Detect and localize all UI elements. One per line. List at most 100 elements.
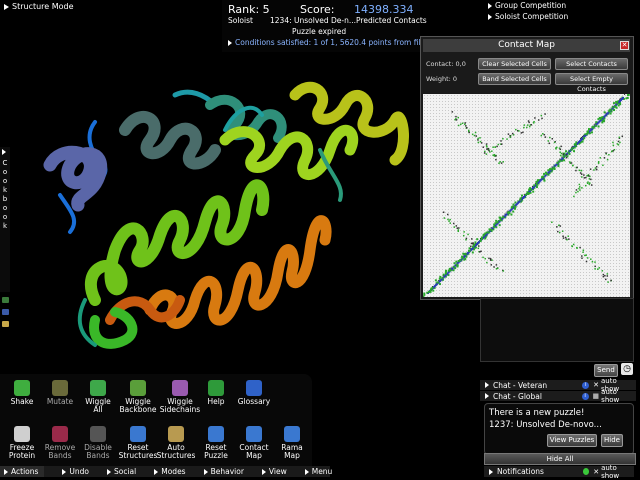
contact-cell [585,260,588,263]
reset-structures-button[interactable]: Reset Structures [118,426,158,460]
contact-cell [463,253,466,256]
band-selected-cells-button[interactable]: Band Selected Cells [478,73,551,85]
contact-map-grid[interactable] [423,94,630,297]
contact-cell [485,153,488,155]
menu-actions[interactable]: Actions [0,466,45,477]
view-puzzles-button[interactable]: View Puzzles [547,434,597,447]
contact-cell [535,186,538,189]
expand-arrow-icon [228,39,232,46]
reset-puzzle-button[interactable]: Reset Puzzle [196,426,236,460]
contact-cell [602,273,605,276]
contact-cell [590,178,592,181]
contact-cell [605,112,607,114]
contact-cell [457,230,460,233]
freeze-protein-button[interactable]: Freeze Protein [2,426,42,460]
menu-behavior[interactable]: Behavior [203,467,244,476]
clear-selected-cells-button[interactable]: Clear Selected Cells [478,58,551,70]
contact-cell [486,148,488,150]
help-button[interactable]: Help [196,380,236,406]
contact-cell [579,246,581,249]
select-empty-contacts-button[interactable]: Select Empty Contacts [555,73,628,93]
close-icon[interactable]: ✕ [620,41,629,50]
notifications-label: Notifications [497,467,544,476]
contact-cell [570,162,573,164]
structure-mode-toggle[interactable]: Structure Mode [4,2,74,11]
contact-cell [485,143,488,145]
contact-cell [491,150,493,152]
disable-bands-button[interactable]: Disable Bands [78,426,118,460]
hide-button[interactable]: Hide [601,434,623,447]
side-script-icon[interactable] [2,309,9,315]
contact-cell [612,144,615,147]
contact-cell [556,226,558,228]
contact-cell [438,277,441,280]
contact-cell [489,259,492,261]
contact-cell [559,225,562,227]
close-icon[interactable]: ✕ [593,468,599,476]
contact-cell [502,216,505,219]
contact-cell [553,141,556,144]
chat-log[interactable] [480,298,634,362]
mutate-icon [52,380,68,396]
contact-map-button[interactable]: Contact Map [234,426,274,460]
menu-undo[interactable]: Undo [62,467,89,476]
contact-cell [564,236,567,239]
menu-menu[interactable]: Menu [304,467,332,476]
mutate-button[interactable]: Mutate [40,380,80,406]
wiggle-sidechains-button[interactable]: Wiggle Sidechains [160,380,200,414]
menu-modes[interactable]: Modes [154,467,186,476]
contact-map-title[interactable]: Contact Map [423,39,630,52]
shake-icon [14,380,30,396]
send-button[interactable]: Send [594,364,618,377]
notifications-row[interactable]: Notifications ✕ auto show [484,464,634,480]
contact-cell [606,275,609,277]
contact-cell [483,152,486,154]
contact-cell [571,147,574,150]
contact-cell [452,265,455,268]
side-recipe-icon[interactable] [2,297,9,303]
new-puzzle-notice: There is a new puzzle! 1237: Unsolved De… [484,403,634,455]
freeze-protein-label: Freeze Protein [8,443,36,460]
notice-line-1: There is a new puzzle! [489,408,585,418]
conditions-toggle[interactable]: Conditions satisfied: 1 of 1, 5620.4 poi… [228,38,435,47]
contact-cell [499,219,502,222]
contact-cell [500,140,502,142]
info-icon[interactable]: i [581,392,589,400]
contact-cell [551,138,554,140]
soloist-competition-toggle[interactable]: Soloist Competition [488,12,568,21]
contact-cell [626,96,629,99]
menu-social[interactable]: Social [107,467,136,476]
contact-cell [573,150,576,153]
contact-cell [576,246,578,249]
info-icon[interactable]: i [582,381,590,389]
checkbox-icon[interactable]: ■ [593,392,600,400]
remove-bands-button[interactable]: Remove Bands [40,426,80,460]
contact-cell [521,194,524,197]
glossary-button[interactable]: Glossary [234,380,274,406]
clock-icon[interactable]: ◷ [621,363,633,375]
disable-bands-icon [90,426,106,442]
contact-cell [442,273,445,276]
menu-bar: Actions Undo Social Modes Behavior View … [0,466,332,477]
side-note-icon[interactable] [2,321,9,327]
contact-cell [616,101,619,104]
auto-structures-button[interactable]: Auto Structures [156,426,196,460]
contact-cell [608,154,610,156]
contact-cell [563,159,566,162]
contact-cell [582,251,584,253]
wiggle-backbone-button[interactable]: Wiggle Backbone [118,380,158,414]
rama-map-button[interactable]: Rama Map [272,426,312,460]
wiggle-all-button[interactable]: Wiggle All [78,380,118,414]
contact-cell [601,116,604,119]
cookbook-tab[interactable]: Cookbook [0,147,10,292]
menu-view[interactable]: View [261,467,287,476]
chat-global-row[interactable]: Chat - Global i ■ auto show [480,388,636,404]
contact-cell [494,146,496,148]
shake-button[interactable]: Shake [2,380,42,406]
contact-cell [448,220,450,222]
close-icon[interactable]: ✕ [593,381,599,389]
select-contacts-button[interactable]: Select Contacts [555,58,628,70]
auto-structures-label: Auto Structures [156,443,196,460]
remove-bands-label: Remove Bands [44,443,76,460]
group-competition-toggle[interactable]: Group Competition [488,1,566,10]
